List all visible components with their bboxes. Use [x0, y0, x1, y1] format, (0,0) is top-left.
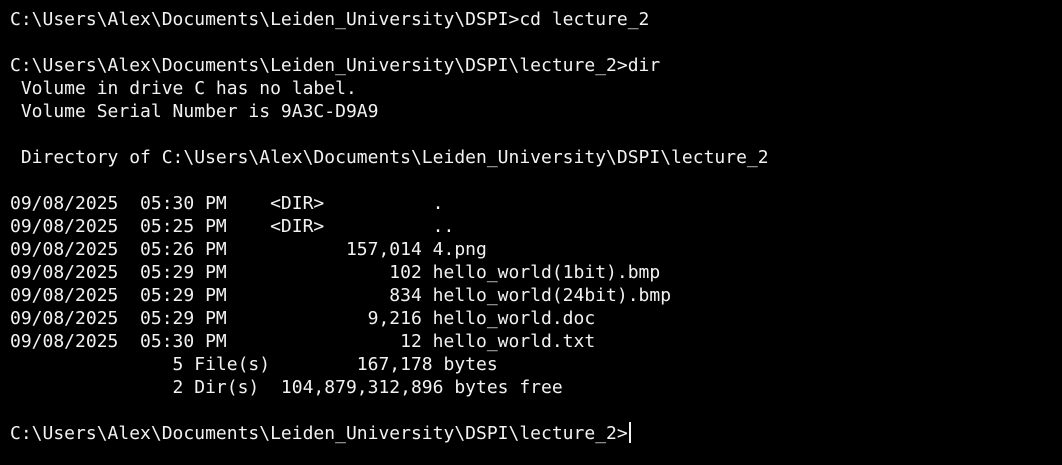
dirs-summary-line: 2 Dir(s) 104,879,312,896 bytes free	[10, 377, 563, 398]
terminal-window[interactable]: C:\Users\Alex\Documents\Leiden_Universit…	[0, 0, 1062, 465]
dir-entry: 09/08/2025 05:25 PM <DIR> ..	[10, 216, 455, 237]
text-cursor	[628, 422, 631, 443]
dir-entry: 09/08/2025 05:30 PM <DIR> .	[10, 193, 444, 214]
volume-serial-line: Volume Serial Number is 9A3C-D9A9	[10, 101, 379, 122]
command-echo-cd: C:\Users\Alex\Documents\Leiden_Universit…	[10, 9, 650, 30]
file-entry: 09/08/2025 05:29 PM 834 hello_world(24bi…	[10, 285, 672, 306]
directory-header-line: Directory of C:\Users\Alex\Documents\Lei…	[10, 147, 769, 168]
prompt-line[interactable]: C:\Users\Alex\Documents\Leiden_Universit…	[10, 422, 1062, 445]
volume-label-line: Volume in drive C has no label.	[10, 78, 357, 99]
file-entry: 09/08/2025 05:29 PM 9,216 hello_world.do…	[10, 308, 596, 329]
prompt-text: C:\Users\Alex\Documents\Leiden_Universit…	[10, 423, 628, 444]
files-summary-line: 5 File(s) 167,178 bytes	[10, 354, 498, 375]
command-echo-dir: C:\Users\Alex\Documents\Leiden_Universit…	[10, 55, 661, 76]
file-entry: 09/08/2025 05:26 PM 157,014 4.png	[10, 239, 487, 260]
file-entry: 09/08/2025 05:30 PM 12 hello_world.txt	[10, 331, 596, 352]
file-entry: 09/08/2025 05:29 PM 102 hello_world(1bit…	[10, 262, 661, 283]
